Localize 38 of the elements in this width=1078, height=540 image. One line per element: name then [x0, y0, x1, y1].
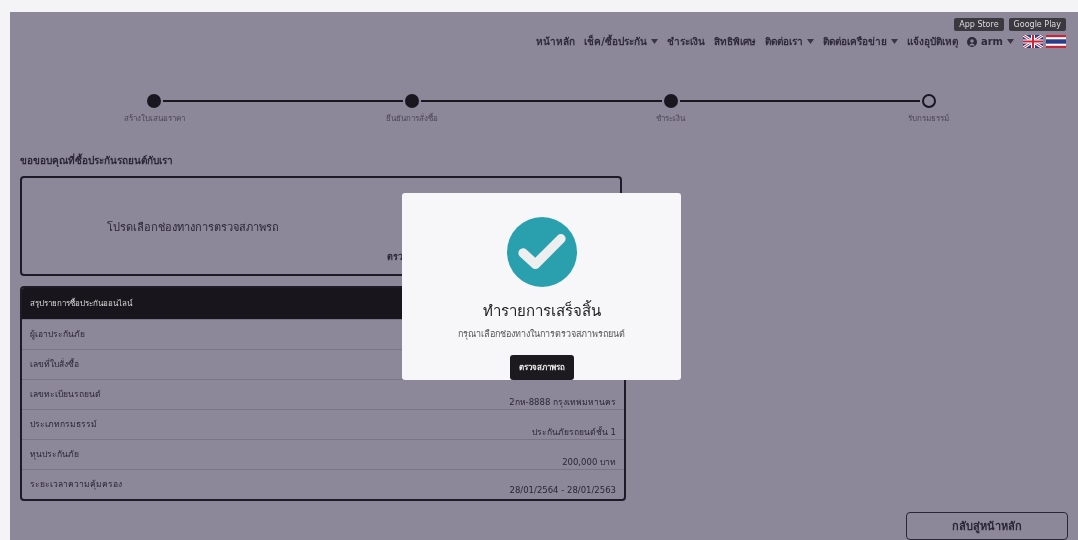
modal-message: กรุณาเลือกช่องทางในการตรวจสภาพรถยนต์ [458, 328, 625, 341]
nav-link[interactable]: แจ้งอุบัติเหตุ [906, 34, 958, 49]
nav-link[interactable]: เช็ค/ซื้อประกัน [584, 34, 658, 49]
row-value: 28/01/2564 - 28/01/2563 [509, 484, 616, 495]
row-value: ประกันภัยรถยนต์ชั้น 1 [531, 425, 616, 439]
store-badge[interactable]: Google Play [1008, 18, 1066, 31]
home-button[interactable]: กลับสู่หน้าหลัก [906, 512, 1068, 540]
caret-icon [1007, 39, 1014, 44]
row-label: เลขทะเบียนรถยนต์ [30, 388, 101, 401]
page-heading: ขอขอบคุณที่ซื้อประกันรถยนต์กับเรา [20, 153, 174, 168]
row-label: ระยะเวลาความคุ้มครอง [30, 478, 122, 491]
uk-flag-icon[interactable] [1023, 35, 1043, 48]
nav-link[interactable]: สิทธิพิเศษ [713, 34, 756, 49]
row-label: ผู้เอาประกันภัย [30, 328, 85, 341]
thai-flag-icon[interactable] [1046, 35, 1066, 48]
nav-link[interactable]: ชำระเงิน [666, 34, 705, 49]
row-value: 200,000 บาท [562, 456, 616, 469]
caret-icon [650, 39, 658, 44]
modal-title: ทำรายการเสร็จสิ้น [482, 299, 601, 322]
success-check-icon [504, 217, 579, 287]
store-badge[interactable]: App Store [954, 18, 1004, 31]
user-menu[interactable]: arm [966, 36, 1014, 47]
row-value: 2กห-8888 กรุงเทพมหานคร [509, 396, 616, 409]
inspect-button[interactable]: ตรวจสภาพรถ [509, 355, 574, 380]
row-label: ทุนประกันภัย [30, 448, 79, 461]
caret-icon [890, 39, 898, 44]
user-icon [966, 36, 977, 47]
step-label: ชำระเงิน [656, 113, 686, 125]
nav-link[interactable]: หน้าหลัก [536, 34, 576, 49]
nav-link[interactable]: ติดต่อเครือข่าย [822, 34, 898, 49]
step-label: รับกรมธรรม์ [908, 113, 950, 125]
caret-icon [806, 39, 814, 44]
card-text: โปรดเลือกช่องทางการตรวจสภาพรถ [107, 220, 280, 236]
nav-link[interactable]: ติดต่อเรา [764, 34, 814, 49]
step-label: สร้างใบเสนอราคา [123, 113, 185, 125]
row-label: เลขที่ใบสั่งซื้อ [30, 357, 79, 371]
step-label: ยืนยันการสั่งซื้อ [386, 112, 439, 125]
row-label: ประเภทกรมธรรม์ [30, 418, 97, 431]
